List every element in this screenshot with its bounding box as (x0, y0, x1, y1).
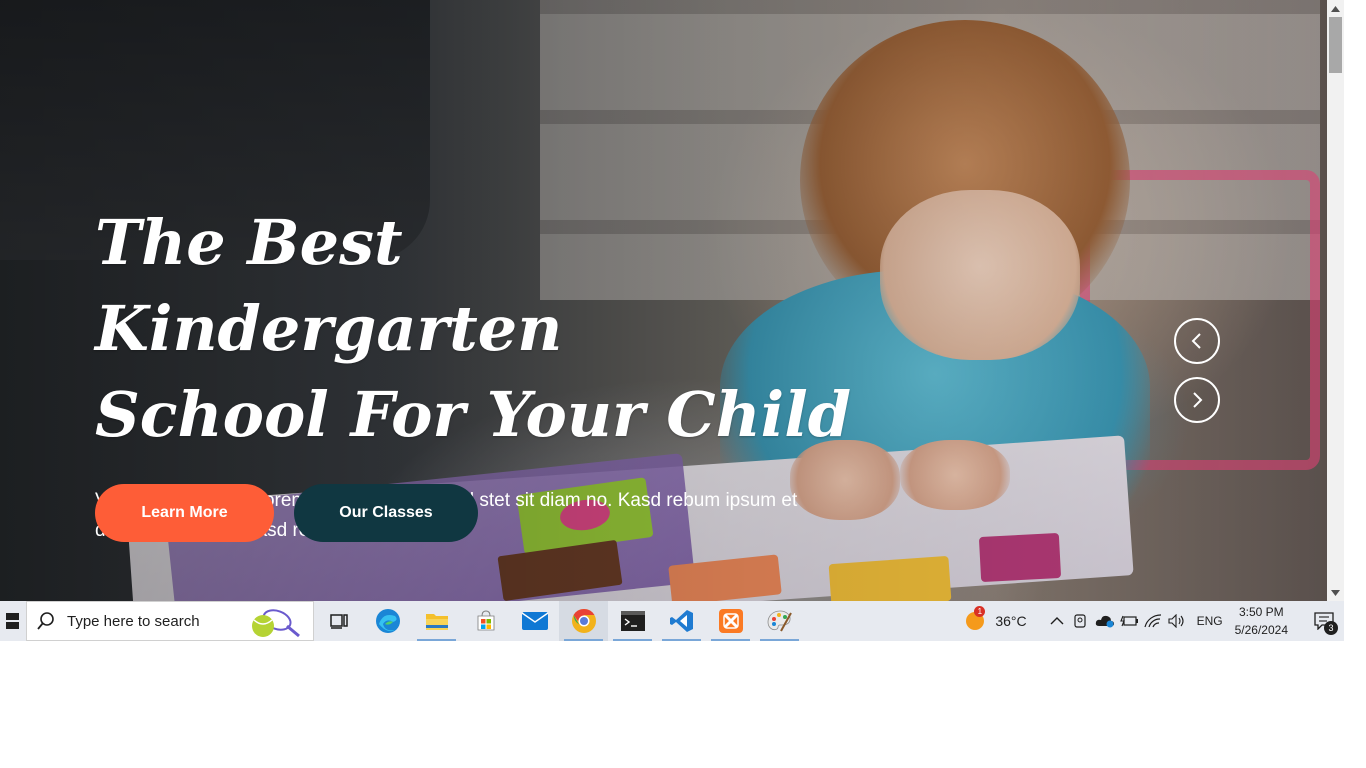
taskbar-app-mail[interactable] (510, 601, 559, 641)
start-button[interactable] (0, 601, 26, 641)
windows-taskbar: 1 36°C (0, 601, 1344, 641)
clock[interactable]: 3:50 PM 5/26/2024 (1235, 603, 1288, 639)
hero-title: The Best Kindergarten School For Your Ch… (95, 200, 855, 458)
xampp-icon (718, 609, 743, 633)
taskbar-app-task-view[interactable] (314, 601, 363, 641)
taskbar-app-edge[interactable] (363, 601, 412, 641)
tennis-racket-icon (252, 609, 300, 638)
notification-center-button[interactable]: 3 (1304, 601, 1344, 641)
carousel-prev-button[interactable] (1174, 318, 1220, 364)
notification-count: 3 (1324, 621, 1338, 635)
taskbar-app-file-explorer[interactable] (412, 601, 461, 641)
search-icon (37, 612, 54, 630)
onedrive-icon[interactable] (1093, 601, 1117, 641)
book-card-yellow (828, 555, 952, 601)
windows-logo-icon (6, 613, 19, 629)
search-input[interactable] (65, 611, 249, 631)
taskbar-apps (314, 601, 804, 641)
input-language[interactable]: ENG (1197, 614, 1223, 628)
volume-icon[interactable] (1165, 601, 1189, 641)
chevron-right-icon (1193, 392, 1203, 408)
speaker-icon (1168, 614, 1184, 628)
weather-widget[interactable]: 1 36°C (965, 606, 1027, 631)
hero-title-line1: The Best Kindergarten (95, 206, 563, 365)
hero-title-line2: School For Your Child (95, 378, 852, 451)
camera-icon (1073, 614, 1086, 628)
taskbar-app-paint[interactable] (755, 601, 804, 641)
chevron-up-icon (1050, 617, 1064, 625)
mail-icon (521, 612, 548, 630)
scrollbar-thumb[interactable] (1329, 17, 1342, 73)
edge-icon (375, 609, 400, 633)
clock-time: 3:50 PM (1238, 605, 1284, 619)
scroll-down-arrow-icon[interactable] (1327, 584, 1344, 601)
carousel-next-button[interactable] (1174, 377, 1220, 423)
taskbar-search-box[interactable] (26, 601, 314, 641)
taskbar-app-xampp[interactable] (706, 601, 755, 641)
child-hand-right (900, 440, 1010, 510)
show-hidden-icons-button[interactable] (1045, 601, 1069, 641)
meet-now-icon[interactable] (1069, 601, 1093, 641)
taskbar-app-microsoft-store[interactable] (461, 601, 510, 641)
book-card-pink (978, 532, 1062, 583)
taskbar-app-terminal[interactable] (608, 601, 657, 641)
vscode-icon (669, 610, 693, 632)
clock-date: 5/26/2024 (1234, 623, 1288, 637)
palette-icon (767, 610, 792, 632)
taskbar-app-chrome[interactable] (559, 601, 608, 641)
terminal-icon (620, 611, 645, 631)
network-icon[interactable] (1141, 601, 1165, 641)
learn-more-button[interactable]: Learn More (95, 484, 274, 542)
page-scrollbar[interactable] (1327, 0, 1344, 601)
folder-icon (425, 614, 448, 630)
screen: The Best Kindergarten School For Your Ch… (0, 0, 1366, 768)
our-classes-button[interactable]: Our Classes (294, 484, 478, 542)
chevron-left-icon (1191, 333, 1201, 349)
book-chocolate (497, 539, 623, 601)
scroll-up-arrow-icon[interactable] (1327, 0, 1344, 17)
battery-icon[interactable] (1117, 601, 1141, 641)
battery-charging-icon (1119, 615, 1138, 627)
task-view-icon (329, 614, 348, 629)
wifi-icon (1144, 614, 1161, 628)
system-tray: 1 36°C ENG 3:50 PM 5/26/2024 3 (965, 601, 1344, 641)
child-face (880, 190, 1080, 360)
weather-temperature: 36°C (995, 613, 1027, 629)
chrome-icon (571, 609, 596, 633)
store-icon (477, 610, 494, 631)
hero-buttons: Learn More Our Classes (95, 484, 478, 542)
cloud-icon (1095, 615, 1114, 628)
taskbar-app-vscode[interactable] (657, 601, 706, 641)
book-card-orange (668, 554, 782, 601)
